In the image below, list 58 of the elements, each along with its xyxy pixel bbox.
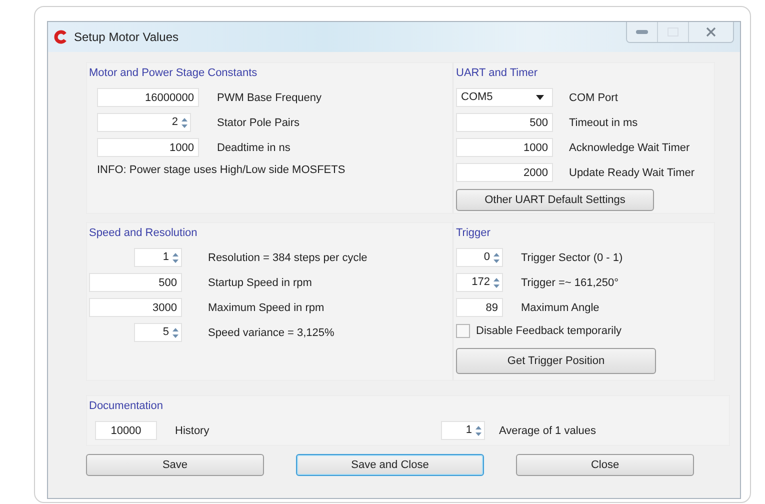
spin-arrows-icon[interactable] [180,116,189,130]
group-title: UART and Timer [456,67,539,79]
group-title: Motor and Power Stage Constants [89,67,258,79]
checkbox[interactable] [456,324,470,338]
dialog-button[interactable]: Save [86,454,264,476]
number-field[interactable]: 500 [89,273,182,292]
field-label: Resolution = 384 steps per cycle [208,252,368,264]
spin-arrows-icon[interactable] [171,250,180,264]
dialog-button[interactable]: Save and Close [296,454,484,476]
field-label: Deadtime in ns [217,142,290,154]
field-label: Acknowledge Wait Timer [569,142,690,154]
field-label: Timeout in ms [569,116,638,128]
field-label: Average of 1 values [499,424,596,436]
dropdown-arrow-icon [536,95,544,100]
group-title: Documentation [89,400,164,412]
trigger-position-button[interactable]: Get Trigger Position [456,348,656,374]
field-label: Stator Pole Pairs [217,116,300,128]
field-label: Speed variance = 3,125% [208,326,334,338]
number-field[interactable]: 10000 [95,421,157,440]
field-label: Maximum Angle [521,302,600,314]
app-logo-icon [54,30,68,44]
info-text: INFO: Power stage uses High/Low side MOSFETS [97,164,346,176]
number-field[interactable]: 3000 [89,298,182,317]
close-icon [705,26,717,38]
minimize-button[interactable] [627,22,657,42]
field-label: COM Port [569,92,618,104]
field-label: Trigger =~ 161,250° [521,276,619,288]
uart-settings-button[interactable]: Other UART Default Settings [456,189,654,211]
minimize-icon [635,29,649,35]
number-field[interactable]: 500 [456,113,553,132]
field-label: Maximum Speed in rpm [208,302,324,314]
spin-arrows-icon[interactable] [492,250,501,264]
group-title: Trigger [456,227,492,239]
spin-arrows-icon[interactable] [474,424,483,438]
spin-box[interactable]: 5 [134,323,182,342]
number-field[interactable]: 1000 [456,138,553,157]
number-field[interactable]: 2000 [456,163,553,182]
field-label: Startup Speed in rpm [208,276,312,288]
close-button[interactable] [688,22,733,42]
group-title: Speed and Resolution [89,227,198,239]
field-label: PWM Base Frequeny [217,92,322,104]
checkbox-label: Disable Feedback temporarily [476,325,622,337]
dialog-button[interactable]: Close [516,454,694,476]
spin-arrows-icon[interactable] [171,326,180,340]
field-label: History [175,424,210,436]
number-field[interactable]: 89 [456,298,503,317]
number-field[interactable]: 16000000 [97,88,199,107]
window-title: Setup Motor Values [74,30,179,44]
com-port-dropdown[interactable]: COM5 [456,88,553,107]
spin-box[interactable]: 1 [441,421,485,440]
spin-box[interactable]: 172 [456,273,503,292]
field-label: Update Ready Wait Timer [569,166,695,178]
field-label: Trigger Sector (0 - 1) [521,252,623,264]
number-field[interactable]: 1000 [97,138,199,157]
spin-box[interactable]: 0 [456,248,503,267]
spin-box[interactable]: 2 [97,113,191,132]
spin-box[interactable]: 1 [134,248,182,267]
spin-arrows-icon[interactable] [492,276,501,290]
